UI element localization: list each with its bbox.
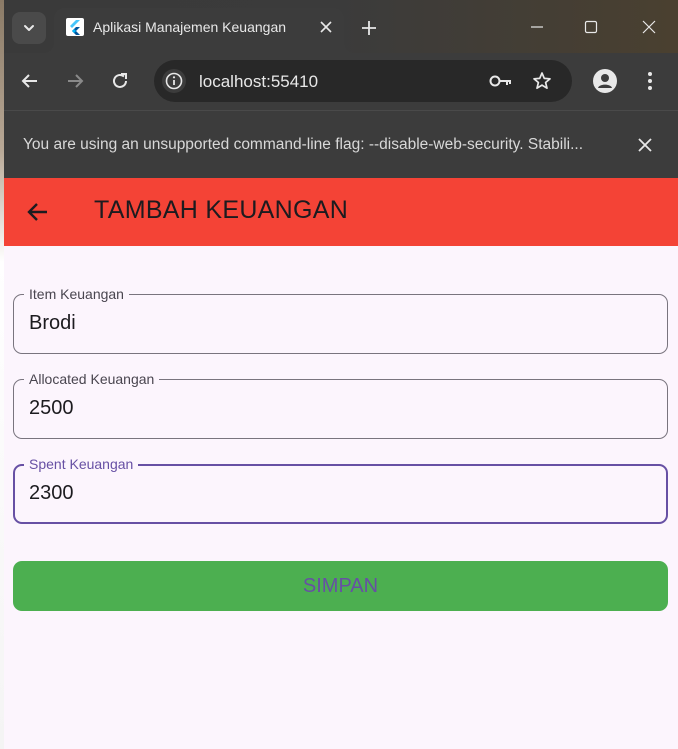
field-value[interactable]: 2500 xyxy=(29,397,74,420)
tab-close-button[interactable] xyxy=(316,17,336,37)
key-icon xyxy=(489,75,511,87)
save-button[interactable]: SIMPAN xyxy=(13,561,668,611)
close-icon xyxy=(642,20,656,34)
field-label: Spent Keuangan xyxy=(24,456,139,472)
close-icon xyxy=(638,138,652,152)
site-info-button[interactable] xyxy=(162,69,186,93)
field-label: Allocated Keuangan xyxy=(24,371,160,387)
back-nav-button[interactable] xyxy=(24,198,52,226)
spent-keuangan-field[interactable]: Spent Keuangan 2300 xyxy=(13,456,668,524)
new-tab-button[interactable] xyxy=(355,14,383,42)
tab-title: Aplikasi Manajemen Keuangan xyxy=(93,19,287,35)
flutter-icon xyxy=(66,18,84,36)
browser-window: Aplikasi Manajemen Keuangan localhost:55… xyxy=(4,0,678,749)
chevron-down-icon xyxy=(24,25,34,31)
bookmark-button[interactable] xyxy=(530,69,554,93)
app-bar: TAMBAH KEUANGAN xyxy=(4,178,678,246)
more-vert-icon xyxy=(648,72,652,90)
arrow-left-icon xyxy=(21,74,37,88)
field-value[interactable]: 2300 xyxy=(29,482,74,505)
tab-active[interactable]: Aplikasi Manajemen Keuangan xyxy=(44,8,354,53)
arrow-left-icon xyxy=(27,203,47,221)
close-icon xyxy=(320,21,332,33)
tab-search-button[interactable] xyxy=(12,12,46,44)
item-keuangan-field[interactable]: Item Keuangan Brodi xyxy=(13,286,668,354)
minimize-button[interactable] xyxy=(514,12,560,42)
tab-strip: Aplikasi Manajemen Keuangan xyxy=(4,0,678,53)
infobar-close-button[interactable] xyxy=(634,134,656,156)
arrow-right-icon xyxy=(68,74,84,88)
infobar-message: You are using an unsupported command-lin… xyxy=(23,136,584,153)
menu-button[interactable] xyxy=(634,65,666,97)
warning-infobar: You are using an unsupported command-lin… xyxy=(4,110,678,178)
person-icon xyxy=(593,69,617,93)
page-title: TAMBAH KEUANGAN xyxy=(94,196,349,224)
allocated-keuangan-field[interactable]: Allocated Keuangan 2500 xyxy=(13,371,668,439)
minimize-icon xyxy=(531,26,543,28)
forward-button[interactable] xyxy=(59,65,91,97)
window-close-button[interactable] xyxy=(626,12,672,42)
star-icon xyxy=(533,72,551,90)
maximize-icon xyxy=(584,20,598,34)
reload-icon xyxy=(113,73,127,88)
field-value[interactable]: Brodi xyxy=(29,312,76,335)
field-label: Item Keuangan xyxy=(24,286,129,302)
browser-toolbar: localhost:55410 xyxy=(4,53,678,110)
address-bar[interactable]: localhost:55410 xyxy=(154,60,572,102)
profile-button[interactable] xyxy=(589,65,621,97)
password-button[interactable] xyxy=(488,70,514,92)
plus-icon xyxy=(362,21,376,35)
url-text: localhost:55410 xyxy=(199,72,319,91)
reload-button[interactable] xyxy=(104,65,136,97)
maximize-button[interactable] xyxy=(568,12,614,42)
info-icon xyxy=(165,72,183,90)
back-button[interactable] xyxy=(14,65,46,97)
